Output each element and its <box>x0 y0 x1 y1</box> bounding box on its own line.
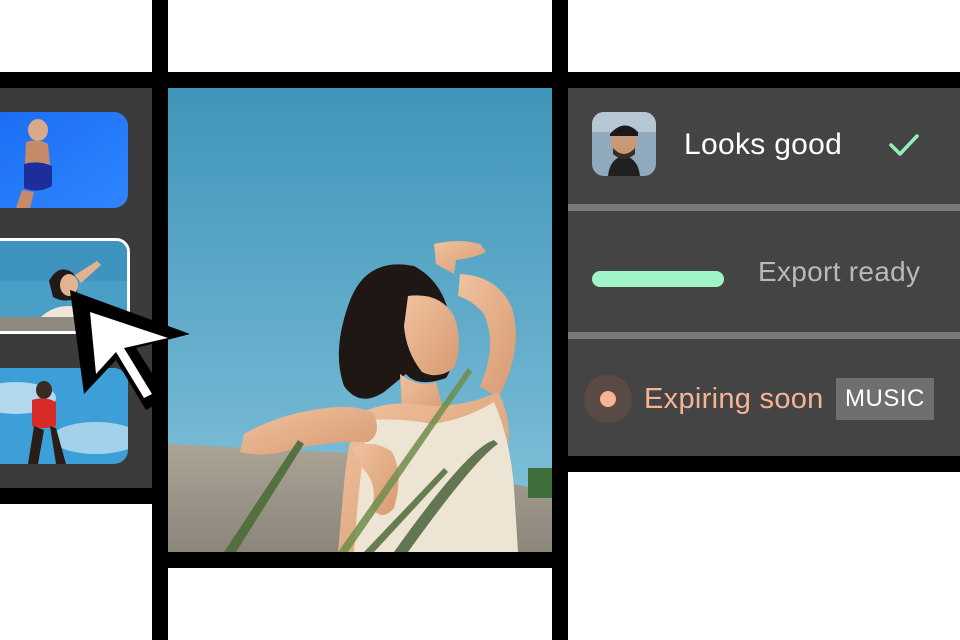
frame-top-band <box>0 72 960 88</box>
avatar[interactable] <box>592 112 656 176</box>
frame-vertical-right <box>552 0 568 640</box>
status-dot-icon <box>584 375 632 423</box>
row-divider <box>568 204 960 211</box>
frame-right-bottom <box>552 456 960 472</box>
music-badge: MUSIC <box>836 378 934 420</box>
thumbnail-1[interactable] <box>0 112 128 208</box>
review-status-row: Looks good <box>568 88 960 204</box>
frame-left-bottom <box>0 488 168 504</box>
export-status-row: Export ready <box>568 211 960 332</box>
review-status-text: Looks good <box>684 128 843 161</box>
export-progress-bar <box>592 271 724 287</box>
expiry-status-row: Expiring soon MUSIC <box>568 339 960 456</box>
expiry-status-text: Expiring soon <box>644 383 824 415</box>
frame-photo-bottom <box>152 552 568 568</box>
checkmark-icon <box>888 132 920 163</box>
main-photo <box>168 88 552 552</box>
mouse-pointer-icon <box>64 282 196 419</box>
row-divider <box>568 332 960 339</box>
export-status-text: Export ready <box>758 256 921 287</box>
